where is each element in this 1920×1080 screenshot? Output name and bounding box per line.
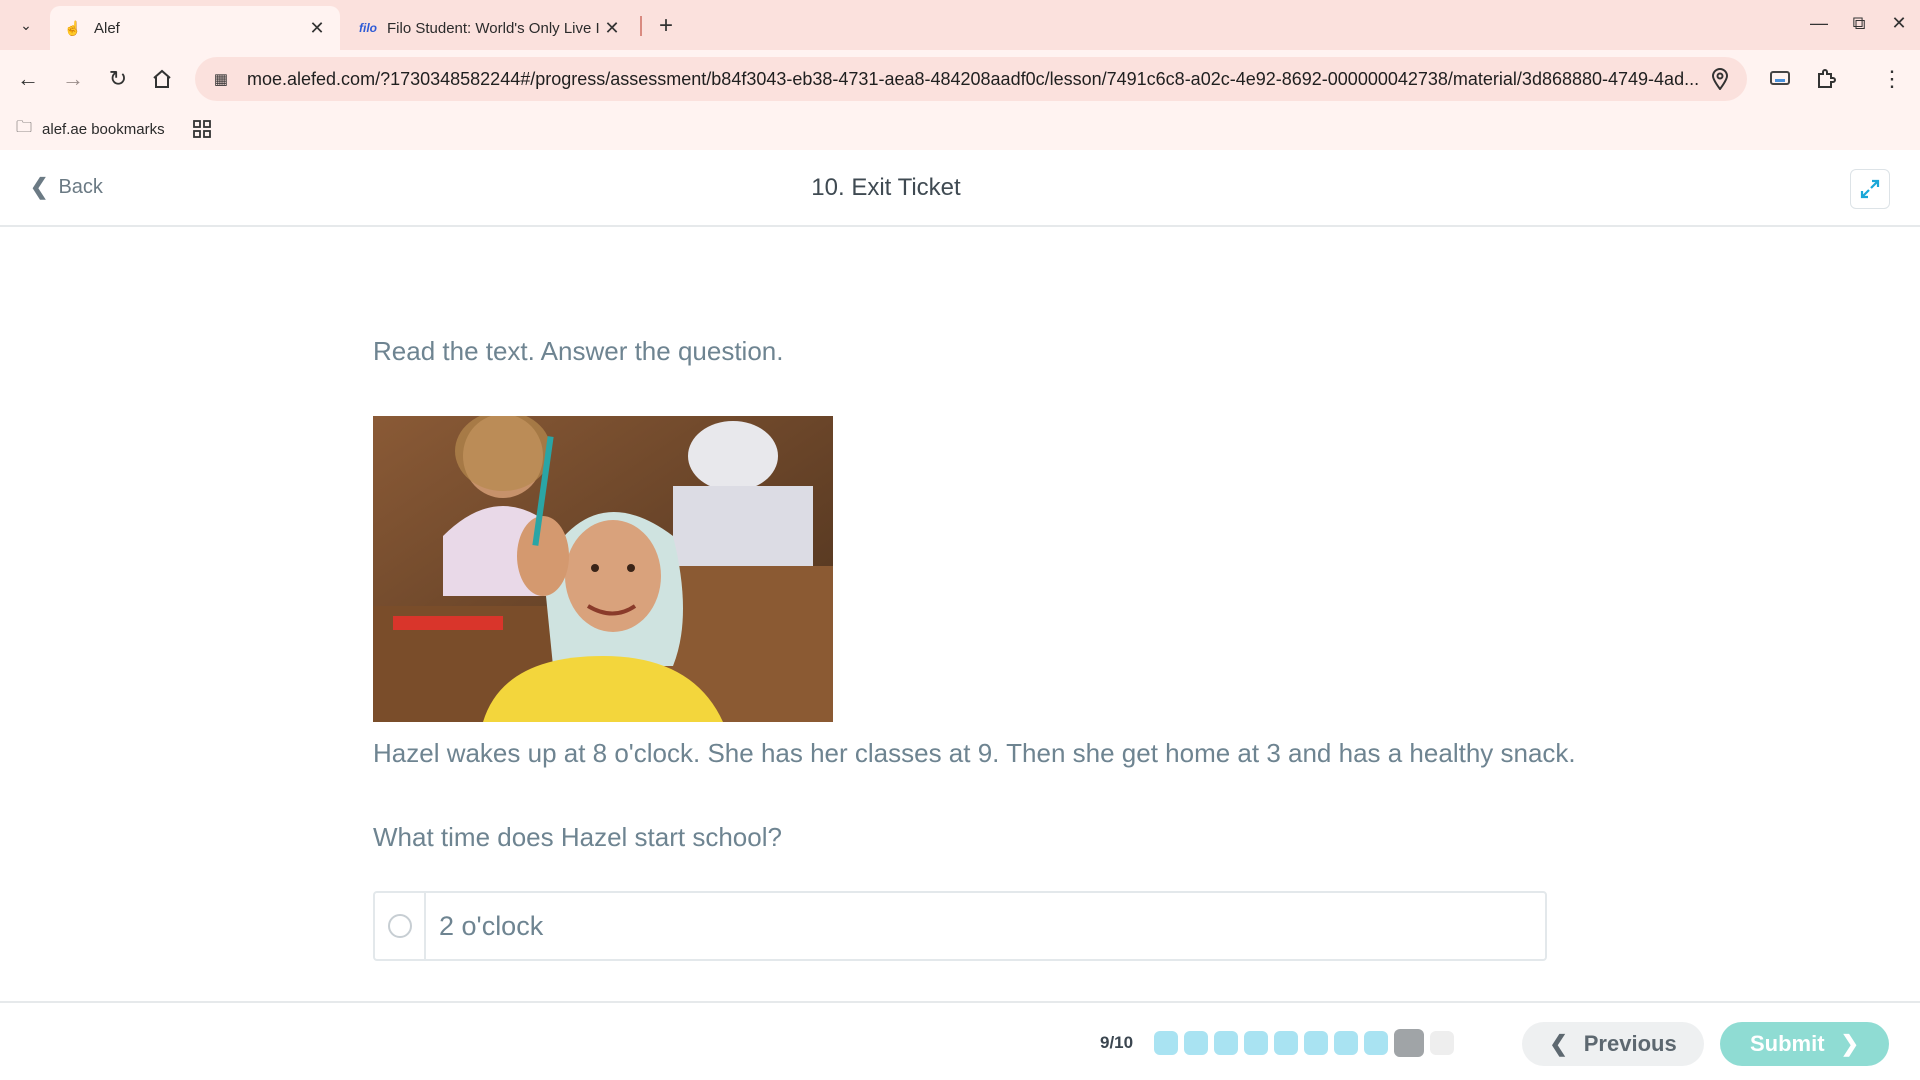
address-bar[interactable]: ▦ moe.alefed.com/?1730348582244#/progres…: [195, 57, 1747, 101]
site-info-icon[interactable]: ▦: [209, 67, 233, 91]
tab-filo[interactable]: filo Filo Student: World's Only Live I ✕: [345, 6, 635, 50]
chevron-left-icon: ❮: [1549, 1031, 1568, 1056]
home-button[interactable]: [144, 61, 180, 97]
forward-nav-button[interactable]: →: [55, 61, 91, 97]
minimize-button[interactable]: —: [1801, 8, 1837, 38]
cast-icon: [1770, 71, 1790, 85]
question-area: Read the text. Answer the question. Haze…: [0, 228, 1920, 1001]
bookmarks-bar: 🗀 alef.ae bookmarks: [0, 108, 1920, 150]
plus-icon: +: [658, 12, 673, 39]
assessment-footer: 9/10 ❮ Previous Submit ❯: [0, 1001, 1920, 1080]
question-text: What time does Hazel start school?: [373, 822, 782, 852]
bookmark-folder-icon: 🗀: [16, 118, 33, 136]
puzzle-icon: [1818, 69, 1836, 88]
progress-dot[interactable]: [1184, 1031, 1208, 1055]
bookmark-label: alef.ae bookmarks: [42, 120, 165, 138]
submit-label: Submit: [1750, 1031, 1825, 1056]
chevron-right-icon: ❯: [1840, 1031, 1859, 1056]
new-tab-button[interactable]: +: [652, 12, 680, 40]
tab-title: Alef: [94, 19, 120, 37]
progress-dot[interactable]: [1154, 1031, 1178, 1055]
progress-counter: 9/10: [1100, 1033, 1134, 1052]
tab-title: Filo Student: World's Only Live I: [387, 19, 600, 37]
answer-option-label: 2 o'clock: [439, 910, 544, 941]
answer-option[interactable]: 2 o'clock: [373, 891, 1547, 961]
progress-dot[interactable]: [1274, 1031, 1298, 1055]
tab-search-dropdown[interactable]: ⌄: [10, 9, 42, 41]
filo-logo-icon: filo: [359, 21, 377, 35]
browser-tab-bar: ⌄ ☝ Alef ✕ filo Filo Student: World's On…: [0, 0, 1920, 50]
minimize-icon: —: [1810, 12, 1828, 33]
reading-passage: Hazel wakes up at 8 o'clock. She has her…: [373, 738, 1576, 768]
location-pin-icon[interactable]: [1707, 66, 1733, 92]
answer-radio[interactable]: [387, 914, 412, 938]
progress-dots: [1154, 1029, 1460, 1057]
tab-separator: [640, 16, 642, 36]
close-window-button[interactable]: ✕: [1881, 8, 1917, 38]
chevron-down-icon: ⌄: [20, 16, 32, 33]
previous-label: Previous: [1583, 1031, 1677, 1056]
arrow-right-icon: →: [62, 66, 84, 91]
home-icon: [153, 69, 171, 88]
browser-menu-button[interactable]: ⋮: [1874, 61, 1910, 97]
radio-cell: [375, 893, 426, 959]
progress-dot[interactable]: [1364, 1031, 1388, 1055]
instructions-text: Read the text. Answer the question.: [373, 336, 784, 366]
tab-alef[interactable]: ☝ Alef ✕: [50, 6, 340, 50]
expand-icon: [1860, 179, 1880, 199]
cast-button[interactable]: [1762, 61, 1798, 97]
apps-grid-button[interactable]: [190, 117, 214, 141]
close-icon[interactable]: ✕: [306, 17, 328, 39]
close-icon: ✕: [1891, 12, 1907, 33]
alef-logo-icon: ☝: [64, 19, 82, 36]
progress-dot[interactable]: [1214, 1031, 1238, 1055]
reload-icon: ↻: [108, 66, 128, 91]
apps-grid-icon: [193, 120, 211, 138]
page-title: 10. Exit Ticket: [811, 174, 961, 201]
browser-toolbar: ← → ↻ ▦ moe.alefed.com/?1730348582244#/p…: [0, 50, 1920, 108]
restore-icon: ⧉: [1852, 12, 1866, 33]
progress-dot[interactable]: [1304, 1031, 1328, 1055]
extensions-button[interactable]: [1808, 61, 1844, 97]
progress-dot[interactable]: [1334, 1031, 1358, 1055]
submit-button[interactable]: Submit ❯: [1720, 1022, 1889, 1066]
back-nav-button[interactable]: ←: [10, 61, 46, 97]
progress-dot[interactable]: [1394, 1029, 1424, 1057]
progress-dot[interactable]: [1244, 1031, 1268, 1055]
restore-button[interactable]: ⧉: [1841, 8, 1877, 38]
reload-button[interactable]: ↻: [100, 61, 136, 97]
previous-button[interactable]: ❮ Previous: [1522, 1022, 1704, 1066]
close-icon[interactable]: ✕: [601, 17, 623, 39]
bookmark-folder-alef[interactable]: 🗀 alef.ae bookmarks: [16, 116, 165, 142]
fullscreen-button[interactable]: [1850, 169, 1890, 209]
more-vertical-icon: ⋮: [1881, 66, 1903, 91]
lesson-header: ❮ Back 10. Exit Ticket: [0, 150, 1920, 227]
arrow-left-icon: ←: [17, 66, 39, 91]
progress-dot[interactable]: [1430, 1031, 1454, 1055]
question-image: [373, 416, 833, 722]
url-text: moe.alefed.com/?1730348582244#/progress/…: [247, 68, 1700, 89]
